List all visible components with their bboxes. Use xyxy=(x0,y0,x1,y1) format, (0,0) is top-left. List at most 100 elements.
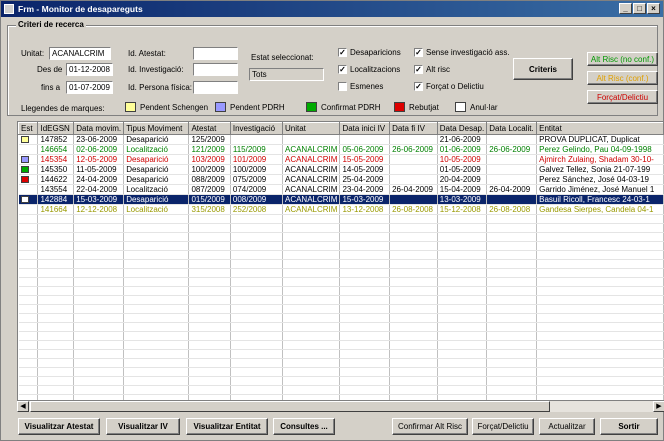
column-header[interactable]: Data inici IV xyxy=(339,122,391,135)
empty-cell xyxy=(188,385,231,395)
table-row[interactable]: 144622 24-04-2009 Desaparició 088/2009 075/2… xyxy=(18,174,664,185)
results-grid[interactable]: Est IdEGSN Data movim. Tipus Moviment At… xyxy=(17,121,664,404)
alt-risc-no-conf-button[interactable]: Alt Risc (no conf.) xyxy=(587,52,658,66)
empty-cell xyxy=(389,358,438,368)
legend-swatch xyxy=(125,102,136,112)
table-cell: 12-05-2009 xyxy=(73,154,125,165)
empty-cell xyxy=(230,277,283,287)
sortir-button[interactable]: Sortir xyxy=(600,418,658,435)
des-de-field[interactable]: 01-12-2008 xyxy=(66,63,113,76)
column-header[interactable]: Investigació xyxy=(229,122,283,135)
empty-cell xyxy=(282,268,341,278)
column-header[interactable]: Entitat xyxy=(536,122,664,135)
empty-cell xyxy=(389,268,438,278)
table-cell: Basuil Ricoll, Francesc 24-03-1 xyxy=(536,194,664,205)
column-header[interactable]: Data movim. xyxy=(73,122,125,135)
alt-risc-conf-button[interactable]: Alt Risc (conf.) xyxy=(587,71,658,85)
id-atestat-field[interactable] xyxy=(193,47,238,60)
esmenes-checkbox[interactable]: Esmenes xyxy=(338,82,383,91)
empty-cell xyxy=(282,241,341,251)
scroll-right-icon[interactable]: ▶ xyxy=(653,401,664,412)
id-investigacio-label: Id. Investigació: xyxy=(128,65,184,74)
empty-cell xyxy=(230,232,283,242)
actualitzar-button[interactable]: Actualitzar xyxy=(539,418,595,435)
table-cell: ACANALCRIM xyxy=(282,194,341,205)
column-header[interactable]: Est xyxy=(18,122,39,135)
empty-cell xyxy=(282,277,341,287)
table-cell: 26-08-2008 xyxy=(486,204,538,215)
empty-cell xyxy=(230,286,283,296)
column-header[interactable]: IdEGSN xyxy=(37,122,75,135)
empty-cell xyxy=(389,223,438,233)
maximize-button[interactable]: □ xyxy=(633,3,646,14)
table-row[interactable]: 145350 11-05-2009 Desaparició 100/2009 100/2… xyxy=(18,164,664,175)
table-row[interactable]: 145354 12-05-2009 Desaparició 103/2009 101/2… xyxy=(18,154,664,165)
visualitzar-iv-button[interactable]: Visualitzar IV xyxy=(106,418,180,435)
forcat-delictiu-button[interactable]: Forçat/Delictiu xyxy=(472,418,534,435)
alt-risc-checkbox[interactable]: ✓ Alt risc xyxy=(414,65,450,74)
table-row[interactable]: 143554 22-04-2009 Localització 087/2009 074/… xyxy=(18,184,664,195)
table-cell: 008/2009 xyxy=(230,194,283,205)
horizontal-scrollbar[interactable]: ◀ ▶ xyxy=(17,400,664,412)
column-header[interactable]: Data fi IV xyxy=(389,122,438,135)
id-persona-field[interactable] xyxy=(193,81,238,94)
empty-cell xyxy=(389,241,438,251)
table-row[interactable]: 142884 15-03-2009 Desaparició 015/2009 008/2… xyxy=(18,194,664,205)
legend-label: Llegendes de marques: xyxy=(21,104,105,113)
table-cell: 11-05-2009 xyxy=(73,164,125,175)
visualitzar-entitat-button[interactable]: Visualitzar Entitat xyxy=(186,418,268,435)
empty-cell xyxy=(389,331,438,341)
empty-cell xyxy=(73,367,125,377)
forcat-delictiu-filter-button[interactable]: Forçat/Delictiu xyxy=(587,90,658,104)
empty-cell xyxy=(536,313,664,323)
empty-cell xyxy=(37,241,75,251)
table-cell: 01-05-2009 xyxy=(437,164,488,175)
empty-cell xyxy=(536,304,664,314)
empty-cell xyxy=(339,385,391,395)
table-row[interactable]: 147852 23-06-2009 Desaparició 125/2009 21-06… xyxy=(18,134,664,145)
empty-cell xyxy=(230,349,283,359)
table-header: Est IdEGSN Data movim. Tipus Moviment At… xyxy=(18,122,664,135)
column-header[interactable]: Data Desap. xyxy=(436,122,488,135)
consultes-button[interactable]: Consultes ... xyxy=(273,418,335,435)
table-row[interactable]: 141664 12-12-2008 Localització 315/2008 252/… xyxy=(18,204,664,215)
close-button[interactable]: × xyxy=(647,3,660,14)
table-cell: 142884 xyxy=(37,194,75,205)
unitat-field[interactable]: ACANALCRIM xyxy=(49,47,111,60)
forcat-delictiu-checkbox[interactable]: ✓ Forçat o Delictiu xyxy=(414,82,484,91)
table-cell: 100/2009 xyxy=(188,164,231,175)
column-header[interactable]: Atestat xyxy=(188,122,231,135)
checkbox-checked: ✓ xyxy=(338,65,347,74)
fins-a-field[interactable]: 01-07-2009 xyxy=(66,81,113,94)
empty-cell xyxy=(536,214,664,224)
empty-cell xyxy=(536,259,664,269)
criteris-button[interactable]: Criteris xyxy=(513,58,573,80)
empty-cell xyxy=(18,367,39,377)
table-cell: ACANALCRIM xyxy=(282,184,341,195)
visualitzar-atestat-button[interactable]: Visualitzar Atestat xyxy=(18,418,100,435)
localitzacions-checkbox[interactable]: ✓ Localitzacions xyxy=(338,65,400,74)
title-bar[interactable]: Frm - Monitor de desapareguts _ □ × xyxy=(1,1,663,17)
empty-cell xyxy=(73,376,125,386)
empty-cell xyxy=(18,223,39,233)
desaparicions-checkbox[interactable]: ✓ Desaparicions xyxy=(338,48,401,57)
minimize-button[interactable]: _ xyxy=(619,3,632,14)
id-investigacio-field[interactable] xyxy=(193,63,238,76)
table-row[interactable]: 146654 02-06-2009 Localització 121/2009 115/… xyxy=(18,144,664,155)
empty-cell xyxy=(536,322,664,332)
sense-investigacio-checkbox[interactable]: ✓ Sense investigació ass. xyxy=(414,48,510,57)
empty-cell xyxy=(230,322,283,332)
column-header[interactable]: Unitat xyxy=(281,122,341,135)
column-header[interactable]: Tipus Moviment xyxy=(123,122,190,135)
empty-cell xyxy=(486,340,538,350)
column-header[interactable]: Data Localit. xyxy=(486,122,538,135)
scroll-thumb[interactable] xyxy=(30,401,550,412)
empty-cell xyxy=(123,358,190,368)
empty-cell xyxy=(282,367,341,377)
sense-investigacio-label: Sense investigació ass. xyxy=(426,48,510,57)
confirmar-alt-risc-button[interactable]: Confirmar Alt Risc xyxy=(392,418,468,435)
scroll-left-icon[interactable]: ◀ xyxy=(17,401,29,412)
empty-cell xyxy=(339,214,391,224)
checkbox-unchecked xyxy=(338,82,347,91)
empty-cell xyxy=(486,259,538,269)
